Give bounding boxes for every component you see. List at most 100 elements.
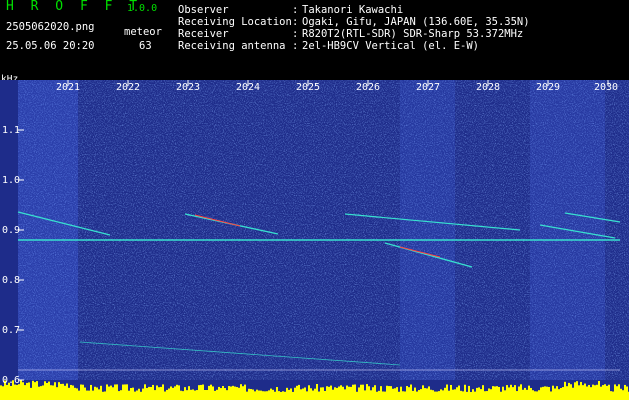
level-bar: [258, 390, 260, 400]
level-bar: [390, 386, 392, 400]
level-bar: [66, 383, 68, 400]
level-bar: [308, 385, 310, 400]
level-bar: [362, 384, 364, 400]
level-bar: [124, 384, 126, 400]
level-bar: [568, 382, 570, 400]
level-bar: [360, 384, 362, 400]
time-tick-label: 2022: [116, 82, 140, 93]
level-bar: [112, 387, 114, 400]
level-bar: [48, 381, 50, 400]
level-bar: [100, 385, 102, 400]
level-bar: [198, 385, 200, 400]
level-bar: [236, 387, 238, 400]
level-bar: [590, 387, 592, 400]
level-bar: [278, 391, 280, 400]
level-bar: [514, 385, 516, 400]
level-bar: [406, 386, 408, 400]
level-bar: [18, 384, 20, 400]
level-bar: [310, 388, 312, 400]
level-bar: [174, 386, 176, 400]
level-bar: [254, 391, 256, 400]
level-bar: [450, 384, 452, 400]
level-bar: [572, 387, 574, 400]
level-bar: [210, 384, 212, 400]
level-bar: [234, 386, 236, 400]
level-bar: [220, 388, 222, 400]
level-bar: [68, 387, 70, 400]
level-bar: [286, 387, 288, 400]
level-bar: [62, 383, 64, 400]
level-bar: [282, 391, 284, 400]
level-bar: [290, 388, 292, 400]
level-bar: [474, 391, 476, 400]
level-bar: [496, 386, 498, 400]
level-bar: [580, 381, 582, 400]
time-tick-label: 2026: [356, 82, 380, 93]
level-bar: [126, 384, 128, 400]
level-bar: [384, 391, 386, 400]
level-bar: [482, 385, 484, 400]
level-bar: [242, 386, 244, 400]
level-bar: [358, 387, 360, 400]
level-bar: [228, 386, 230, 400]
level-bar: [548, 387, 550, 400]
level-bar: [188, 386, 190, 400]
level-bar: [114, 384, 116, 400]
level-bar: [106, 384, 108, 400]
level-bar: [510, 384, 512, 400]
level-bar: [36, 381, 38, 400]
level-bar: [518, 386, 520, 400]
level-bar: [92, 390, 94, 400]
time-tick-label: 2024: [236, 82, 260, 93]
level-bar: [460, 390, 462, 400]
level-bar: [428, 386, 430, 400]
level-bar: [314, 388, 316, 400]
level-bar: [442, 390, 444, 400]
level-bar: [606, 385, 608, 400]
level-bar: [486, 391, 488, 400]
level-bar: [86, 390, 88, 400]
level-bar: [272, 389, 274, 400]
level-bar: [392, 388, 394, 400]
level-bar: [274, 391, 276, 400]
level-bar: [74, 387, 76, 400]
level-bar: [244, 384, 246, 400]
level-bar: [524, 387, 526, 400]
freq-tick-label: 0.8: [2, 275, 20, 286]
level-bar: [330, 385, 332, 400]
level-bar: [412, 390, 414, 400]
level-bar: [602, 385, 604, 400]
level-bar: [498, 386, 500, 400]
level-bar: [118, 391, 120, 400]
level-bar: [370, 390, 372, 400]
level-bar: [408, 387, 410, 400]
level-bar: [206, 390, 208, 400]
level-bar: [186, 390, 188, 400]
level-bar: [38, 386, 40, 400]
level-bar: [6, 384, 8, 400]
level-bar: [526, 389, 528, 400]
level-bar: [276, 387, 278, 400]
level-bar: [626, 386, 628, 400]
level-bar: [88, 390, 90, 400]
level-bar: [70, 384, 72, 400]
level-bar: [284, 391, 286, 400]
level-bar: [82, 384, 84, 400]
level-bar: [436, 391, 438, 400]
level-bar: [196, 390, 198, 400]
hrofft-window: H R O F F T 1.0.0 2505062020.png 25.05.0…: [0, 0, 629, 400]
image-filename: 2505062020.png: [6, 21, 95, 33]
level-bar: [184, 387, 186, 400]
level-bar: [296, 385, 298, 400]
level-bar: [262, 391, 264, 400]
level-bar: [240, 384, 242, 400]
level-bar: [464, 384, 466, 400]
level-bar: [280, 391, 282, 400]
level-bar: [104, 391, 106, 400]
level-bar: [566, 386, 568, 400]
level-bar: [458, 385, 460, 400]
level-bar: [426, 388, 428, 400]
level-bar: [366, 384, 368, 400]
level-bar: [134, 391, 136, 400]
level-bar: [468, 385, 470, 400]
